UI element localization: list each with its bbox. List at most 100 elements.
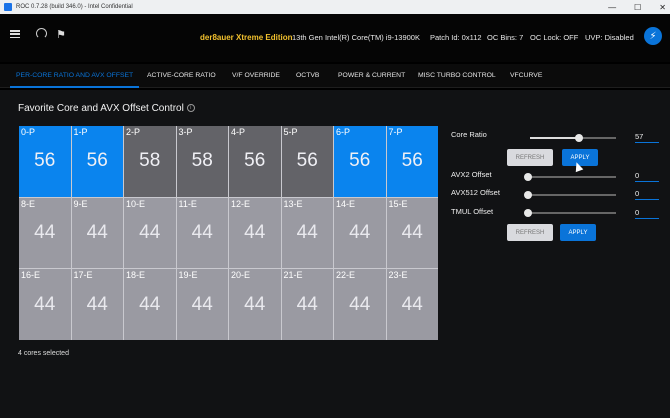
core-ratio-slider-fill <box>530 137 579 139</box>
tab-power-current[interactable]: POWER & CURRENT <box>338 64 405 88</box>
section-title: Favorite Core and AVX Offset Control i <box>18 103 195 114</box>
core-ratio-value: 44 <box>86 221 108 243</box>
apply-offset-button[interactable]: APPLY <box>560 224 596 241</box>
window-titlebar: ROC 0.7.28 (build 346.0) - Intel Confide… <box>0 0 670 14</box>
core-ratio-value: 58 <box>191 150 213 172</box>
core-name: 9-E <box>73 198 88 209</box>
avx2-offset-input[interactable]: 0 <box>635 171 659 182</box>
core-ratio-slider-thumb[interactable] <box>575 134 583 142</box>
core-name: 4-P <box>231 127 246 137</box>
core-name: 12-E <box>231 198 251 209</box>
core-tile[interactable]: 6-P 56 <box>334 126 386 197</box>
power-icon[interactable]: ⚡ <box>644 27 662 45</box>
app-header: ⚑ der8auer Xtreme Edition 13th Gen Intel… <box>0 14 670 62</box>
tab-misc-turbo-control[interactable]: MISC TURBO CONTROL <box>418 64 496 88</box>
core-ratio-label: Core Ratio <box>451 130 487 139</box>
core-name: 23-E <box>388 270 408 281</box>
core-ratio-value: 44 <box>191 221 213 243</box>
core-tile[interactable]: 20-E 44 <box>229 269 281 340</box>
core-ratio-value: 44 <box>139 293 161 315</box>
core-tile[interactable]: 23-E 44 <box>386 269 438 340</box>
avx2-offset-slider[interactable] <box>524 173 616 181</box>
edition-label: der8auer Xtreme Edition <box>200 33 293 42</box>
avx2-offset-label: AVX2 Offset <box>451 170 492 179</box>
hamburger-menu-icon[interactable] <box>10 30 20 38</box>
core-tile[interactable]: 18-E 44 <box>124 269 176 340</box>
core-tile[interactable]: 14-E 44 <box>334 197 386 269</box>
uvp-status: UVP: Disabled <box>585 33 634 42</box>
core-ratio-value: 44 <box>139 221 161 243</box>
oc-lock-status: OC Lock: OFF <box>530 33 579 42</box>
core-tile[interactable]: 1-P 56 <box>71 126 123 197</box>
core-tile[interactable]: 4-P 56 <box>229 126 281 197</box>
tab-vf-override[interactable]: V/F OVERRIDE <box>232 64 280 88</box>
core-ratio-value: 44 <box>401 293 423 315</box>
tab-vfcurve[interactable]: VFCURVE <box>510 64 542 88</box>
refresh-ratio-button[interactable]: REFRESH <box>507 149 553 166</box>
main-content: Favorite Core and AVX Offset Control i 0-… <box>0 90 670 418</box>
core-name: 22-E <box>336 270 356 281</box>
core-name: 3-P <box>178 127 193 137</box>
core-tile[interactable]: 12-E 44 <box>229 197 281 269</box>
tab-per-core-ratio[interactable]: PER-CORE RATIO AND AVX OFFSET <box>9 64 140 88</box>
core-tile[interactable]: 16-E 44 <box>19 269 71 340</box>
core-name: 18-E <box>126 270 146 281</box>
core-name: 14-E <box>336 198 356 209</box>
tab-active-core-ratio[interactable]: ACTIVE-CORE RATIO <box>147 64 216 88</box>
core-tile[interactable]: 0-P 56 <box>19 126 71 197</box>
core-tile[interactable]: 19-E 44 <box>176 269 228 340</box>
core-tile[interactable]: 8-E 44 <box>19 197 71 269</box>
core-name: 15-E <box>388 198 408 209</box>
core-tile[interactable]: 13-E 44 <box>281 197 333 269</box>
avx512-offset-slider[interactable] <box>524 191 616 199</box>
core-tile[interactable]: 7-P 56 <box>386 126 438 197</box>
core-ratio-value: 44 <box>191 293 213 315</box>
info-icon[interactable]: i <box>186 104 195 113</box>
core-name: 8-E <box>21 198 36 209</box>
selection-status: 4 cores selected <box>18 350 69 357</box>
avx512-slider-thumb[interactable] <box>524 191 532 199</box>
core-tile[interactable]: 2-P 58 <box>124 126 176 197</box>
core-tile[interactable]: 22-E 44 <box>334 269 386 340</box>
core-name: 17-E <box>73 270 93 281</box>
maximize-icon[interactable]: ☐ <box>634 3 641 12</box>
window-controls: — ☐ ✕ <box>608 0 666 14</box>
core-ratio-input[interactable]: 57 <box>635 132 659 143</box>
avx2-slider-thumb[interactable] <box>524 173 532 181</box>
core-name: 2-P <box>126 127 141 137</box>
tab-bar: PER-CORE RATIO AND AVX OFFSET ACTIVE-COR… <box>0 64 670 88</box>
core-name: 13-E <box>283 198 303 209</box>
tmul-offset-label: TMUL Offset <box>451 207 494 216</box>
flag-icon[interactable]: ⚑ <box>56 28 66 41</box>
core-tile[interactable]: 9-E 44 <box>71 197 123 269</box>
core-name: 0-P <box>21 127 36 137</box>
core-tile[interactable]: 5-P 56 <box>281 126 333 197</box>
core-ratio-value: 44 <box>86 293 108 315</box>
core-ratio-slider[interactable] <box>530 134 616 142</box>
core-ratio-value: 56 <box>244 150 266 172</box>
core-tile[interactable]: 15-E 44 <box>386 197 438 269</box>
close-icon[interactable]: ✕ <box>659 3 666 12</box>
core-tile[interactable]: 21-E 44 <box>281 269 333 340</box>
tmul-slider-thumb[interactable] <box>524 209 532 217</box>
avx512-offset-input[interactable]: 0 <box>635 189 659 200</box>
refresh-offset-button[interactable]: REFRESH <box>507 224 553 241</box>
core-name: 20-E <box>231 270 251 281</box>
tmul-offset-input[interactable]: 0 <box>635 208 659 219</box>
core-ratio-value: 56 <box>34 150 56 172</box>
core-tile[interactable]: 17-E 44 <box>71 269 123 340</box>
core-tile[interactable]: 11-E 44 <box>176 197 228 269</box>
core-name: 21-E <box>283 270 303 281</box>
core-name: 10-E <box>126 198 146 209</box>
core-tile[interactable]: 3-P 58 <box>176 126 228 197</box>
core-ratio-value: 44 <box>401 221 423 243</box>
window-title: ROC 0.7.28 (build 346.0) - Intel Confide… <box>16 4 133 10</box>
tmul-offset-slider[interactable] <box>524 209 616 217</box>
minimize-icon[interactable]: — <box>608 3 616 12</box>
tab-octvb[interactable]: OCTVB <box>296 64 319 88</box>
core-tile[interactable]: 10-E 44 <box>124 197 176 269</box>
avx512-offset-label: AVX512 Offset <box>451 188 500 197</box>
gauge-icon[interactable] <box>36 28 47 39</box>
core-ratio-value: 44 <box>296 221 318 243</box>
core-ratio-value: 58 <box>139 150 161 172</box>
